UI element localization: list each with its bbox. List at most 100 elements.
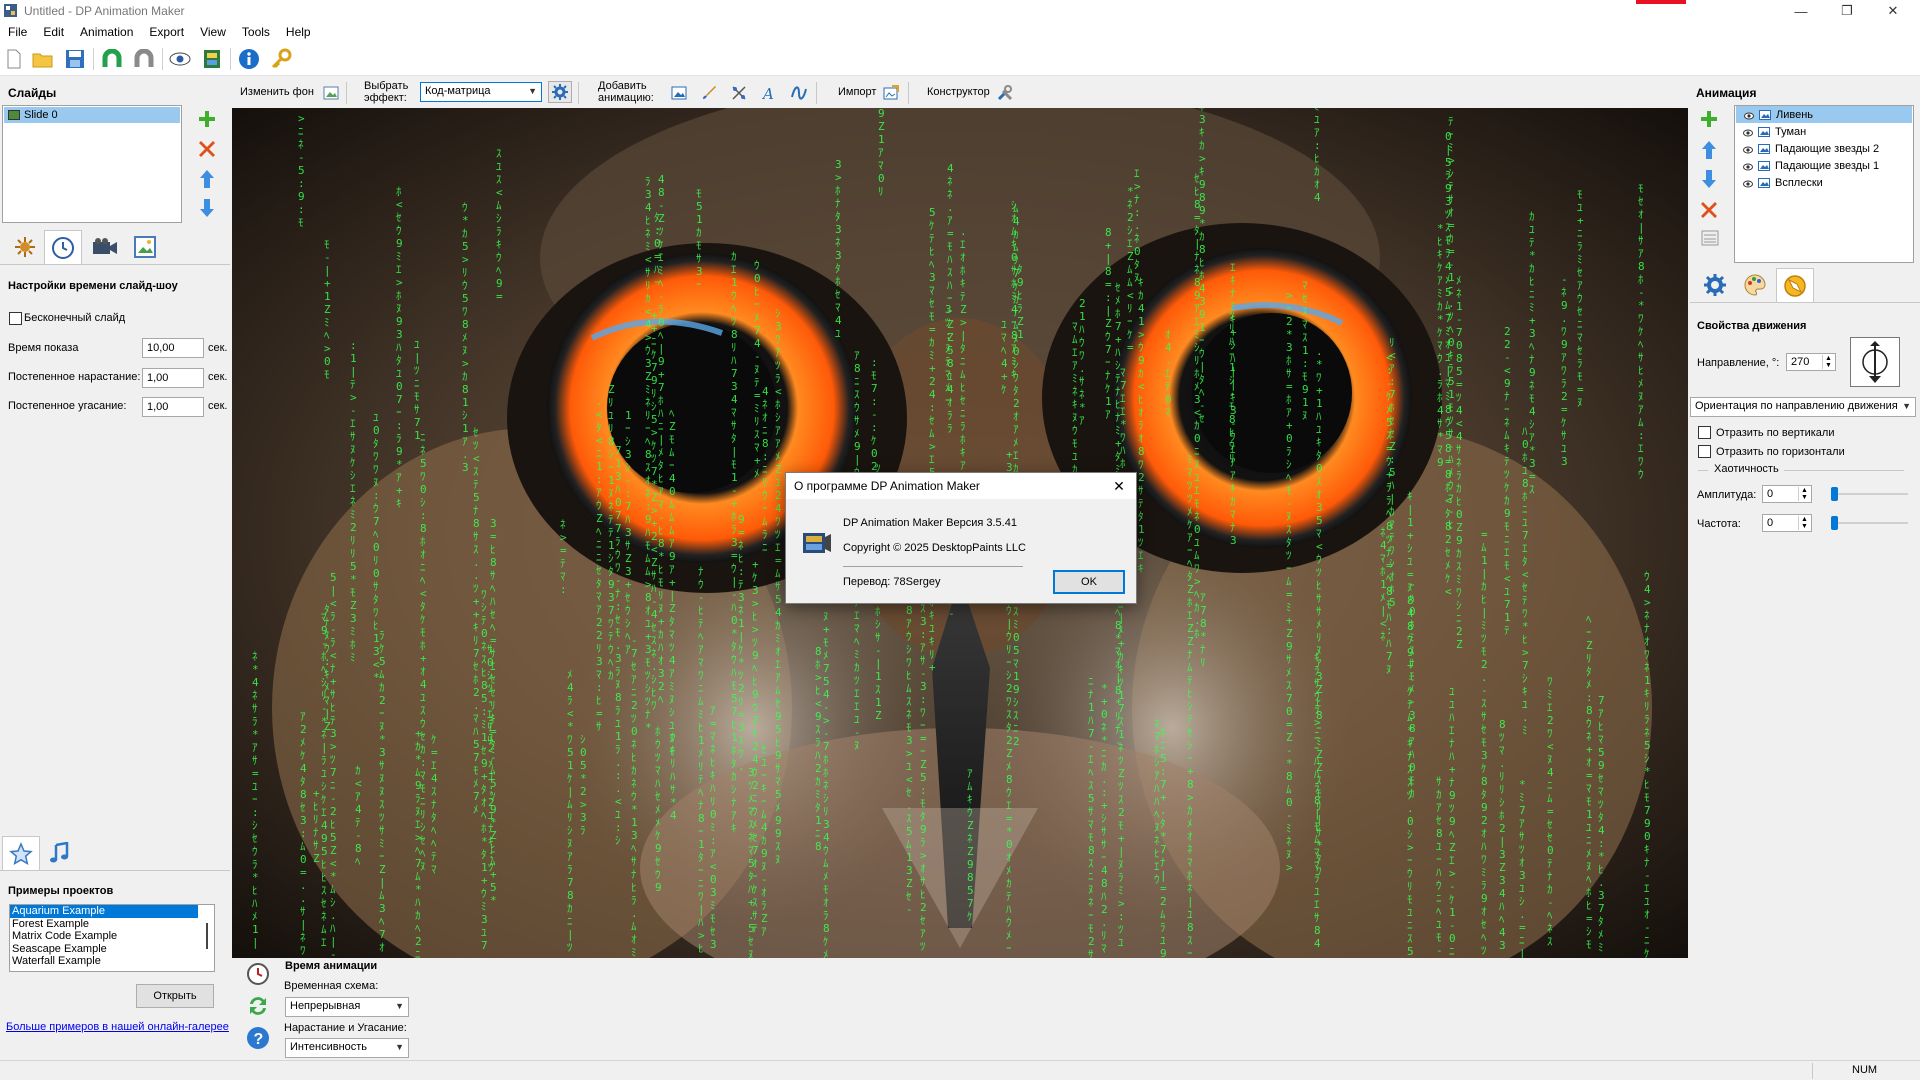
slide-list-item[interactable]: Slide 0 xyxy=(4,107,180,123)
brush-icon[interactable] xyxy=(700,84,718,102)
infinite-slide-checkbox[interactable] xyxy=(9,312,22,325)
tab-animation-color[interactable] xyxy=(1736,268,1774,302)
move-slide-up-icon[interactable] xyxy=(199,169,215,192)
tab-music[interactable] xyxy=(40,836,78,870)
show-time-field[interactable] xyxy=(142,338,204,358)
change-background-label[interactable]: Изменить фон xyxy=(240,86,314,98)
minimize-button[interactable]: — xyxy=(1778,0,1824,22)
tab-slide-transition[interactable] xyxy=(86,230,124,264)
list-scrollbar[interactable] xyxy=(206,923,208,949)
examples-list[interactable]: Aquarium Example Forest Example Matrix C… xyxy=(9,904,215,972)
tab-slide-timing[interactable] xyxy=(44,230,82,264)
import-icon[interactable] xyxy=(882,84,900,102)
menu-edit[interactable]: Edit xyxy=(35,22,72,42)
animation-list-item[interactable]: Ливень xyxy=(1736,106,1912,123)
more-examples-link[interactable]: Больше примеров в нашей онлайн-галерее xyxy=(6,1021,229,1033)
add-slide-icon[interactable] xyxy=(198,110,216,131)
matrix-glyph: ﾊ xyxy=(473,725,479,738)
key-icon[interactable] xyxy=(269,47,293,71)
open-example-button[interactable]: Открыть xyxy=(136,984,214,1008)
example-item[interactable]: Forest Example xyxy=(10,918,214,931)
visibility-eye-icon[interactable] xyxy=(1744,111,1754,119)
move-animation-up-icon[interactable] xyxy=(1701,140,1717,163)
save-icon[interactable] xyxy=(63,47,87,71)
timing-scheme-select[interactable]: Непрерывная ▼ xyxy=(285,997,409,1017)
example-item[interactable]: Waterfall Example xyxy=(10,955,214,968)
visibility-eye-icon[interactable] xyxy=(1743,128,1753,136)
particles-icon[interactable] xyxy=(730,84,748,102)
amplitude-spinner[interactable]: 0 ▲ ▼ xyxy=(1762,485,1812,503)
delete-animation-icon[interactable] xyxy=(1700,201,1718,222)
visibility-eye-icon[interactable] xyxy=(1743,145,1753,153)
text-animation-icon[interactable]: A xyxy=(760,84,778,102)
add-animation-icon[interactable] xyxy=(1700,110,1718,131)
frequency-slider-thumb[interactable] xyxy=(1831,516,1838,530)
tab-animation-motion[interactable] xyxy=(1776,268,1814,302)
tab-slide-image[interactable] xyxy=(126,230,164,264)
example-item[interactable]: Matrix Code Example xyxy=(10,930,214,943)
help-icon[interactable]: ? xyxy=(246,1026,270,1053)
matrix-glyph: ｻ xyxy=(1314,677,1320,690)
move-slide-down-icon[interactable] xyxy=(199,198,215,221)
spinner-arrows-icon[interactable]: ▲ ▼ xyxy=(1798,487,1810,501)
orientation-select[interactable]: Ориентация по направлению движения ▼ xyxy=(1690,397,1916,417)
animation-list-item[interactable]: Падающие звезды 2 xyxy=(1735,140,1913,157)
add-image-animation-icon[interactable] xyxy=(670,84,688,102)
move-animation-down-icon[interactable] xyxy=(1701,169,1717,192)
direction-dial[interactable] xyxy=(1850,337,1900,387)
fade-mode-select[interactable]: Интенсивность ▼ xyxy=(285,1038,409,1058)
effect-select[interactable]: Код-матрица ▼ xyxy=(420,82,542,102)
info-icon[interactable] xyxy=(237,47,261,71)
amplitude-slider-thumb[interactable] xyxy=(1831,487,1838,501)
animation-list[interactable]: Ливень Туман Падающие звезды 2 Падающие зве… xyxy=(1734,105,1914,263)
slides-list[interactable]: Slide 0 xyxy=(2,105,182,223)
example-item[interactable]: Aquarium Example xyxy=(10,905,198,918)
ok-button[interactable]: OK xyxy=(1053,570,1125,594)
tab-slide-effects[interactable] xyxy=(6,230,44,264)
animation-properties-icon[interactable] xyxy=(1701,230,1719,249)
spinner-arrows-icon[interactable]: ▲ ▼ xyxy=(1798,516,1810,530)
amplitude-slider[interactable] xyxy=(1832,493,1908,495)
menu-help[interactable]: Help xyxy=(278,22,319,42)
preview-eye-icon[interactable] xyxy=(168,47,192,71)
new-icon[interactable] xyxy=(2,47,26,71)
film-icon[interactable] xyxy=(200,47,224,71)
fade-in-field[interactable] xyxy=(142,368,204,388)
menu-file[interactable]: File xyxy=(0,22,35,42)
matrix-glyph: ﾕ xyxy=(947,370,953,383)
path-animation-icon[interactable] xyxy=(790,84,808,102)
frequency-spinner[interactable]: 0 ▲ ▼ xyxy=(1762,514,1812,532)
fade-out-field[interactable] xyxy=(142,397,204,417)
effect-settings-button[interactable] xyxy=(548,81,572,103)
spinner-arrows-icon[interactable]: ▲ ▼ xyxy=(1822,355,1834,369)
flip-horizontal-checkbox[interactable] xyxy=(1698,445,1711,458)
menu-tools[interactable]: Tools xyxy=(234,22,278,42)
tab-animation-general[interactable] xyxy=(1696,268,1734,302)
animation-list-item[interactable]: Туман xyxy=(1735,123,1913,140)
dialog-close-button[interactable]: ✕ xyxy=(1106,475,1132,497)
delete-slide-icon[interactable] xyxy=(198,140,216,161)
import-label[interactable]: Импорт xyxy=(838,86,876,98)
animation-list-item[interactable]: Падающие звезды 1 xyxy=(1735,157,1913,174)
constructor-label[interactable]: Конструктор xyxy=(927,86,990,98)
flip-vertical-checkbox[interactable] xyxy=(1698,426,1711,439)
redo-magnet-icon[interactable] xyxy=(132,47,156,71)
loop-refresh-icon[interactable] xyxy=(246,994,270,1021)
visibility-eye-icon[interactable] xyxy=(1743,179,1753,187)
matrix-glyph: ｰ xyxy=(1006,942,1012,955)
constructor-tools-icon[interactable] xyxy=(996,84,1014,102)
direction-spinner[interactable]: 270 ▲ ▼ xyxy=(1786,353,1836,371)
tab-examples[interactable] xyxy=(2,836,40,870)
undo-magnet-icon[interactable] xyxy=(100,47,124,71)
menu-export[interactable]: Export xyxy=(141,22,192,42)
menu-animation[interactable]: Animation xyxy=(72,22,141,42)
animation-list-item[interactable]: Всплески xyxy=(1735,174,1913,191)
menu-view[interactable]: View xyxy=(192,22,234,42)
open-folder-icon[interactable] xyxy=(31,47,55,71)
example-item[interactable]: Seascape Example xyxy=(10,943,214,956)
maximize-button[interactable]: ❐ xyxy=(1824,0,1870,22)
change-background-icon[interactable] xyxy=(322,84,340,102)
visibility-eye-icon[interactable] xyxy=(1743,162,1753,170)
close-button[interactable]: ✕ xyxy=(1870,0,1916,22)
frequency-slider[interactable] xyxy=(1832,522,1908,524)
